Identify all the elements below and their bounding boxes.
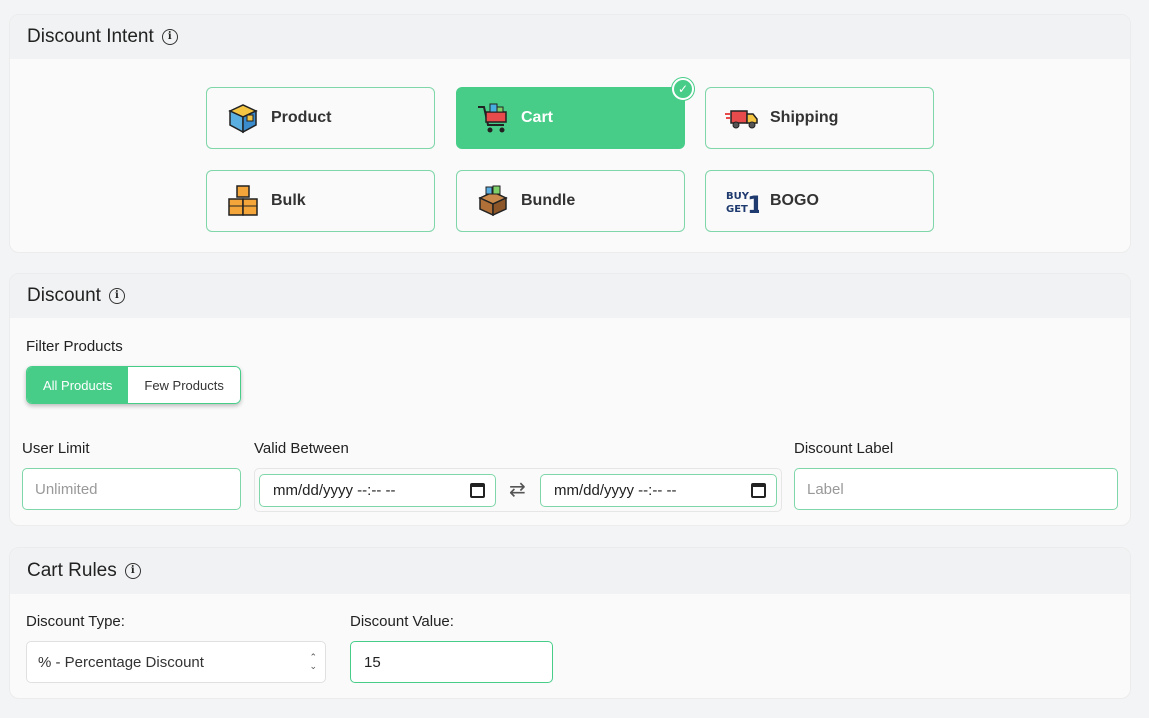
select-arrows-icon: ⌃ ⌄ [309,652,317,671]
discount-value-label: Discount Value: [350,613,454,630]
intent-label: Cart [521,109,554,126]
discount-value-input[interactable]: 15 [350,641,553,683]
product-box-icon [226,101,260,135]
discount-type-select[interactable]: % - Percentage Discount ⌃ ⌄ [26,641,326,683]
filter-products-label: Filter Products [26,338,123,355]
intent-product-card[interactable]: Product [206,87,435,149]
intent-label: BOGO [770,192,819,209]
intent-bulk-card[interactable]: Bulk [206,170,435,232]
info-icon[interactable]: i [108,288,125,304]
all-products-option[interactable]: All Products [27,367,129,403]
intent-cart-card[interactable]: Cart ✓ [456,78,694,149]
svg-text:GET: GET [726,204,748,215]
start-date-value: mm/dd/yyyy --:-- -- [273,482,396,499]
few-products-option[interactable]: Few Products [128,367,240,403]
stacked-boxes-icon [226,184,260,218]
cart-rules-title: Cart Rules [27,560,117,581]
intent-label: Bulk [271,192,306,209]
discount-type-label: Discount Type: [26,613,125,630]
intent-label: Product [271,109,332,126]
discount-intent-header: Discount Intent i [10,15,1130,59]
shopping-cart-icon [476,101,510,135]
intent-label: Shipping [770,109,839,126]
user-limit-label: User Limit [22,440,90,457]
discount-header: Discount i [10,274,1130,318]
valid-between-label: Valid Between [254,440,349,457]
intent-bundle-card[interactable]: Bundle [456,170,685,232]
intent-bogo-card[interactable]: BUYGET1 BOGO [705,170,934,232]
intent-shipping-card[interactable]: Shipping [705,87,934,149]
calendar-icon[interactable] [470,483,485,498]
end-date-value: mm/dd/yyyy --:-- -- [554,482,677,499]
discount-type-value: % - Percentage Discount [38,653,204,671]
buy-get-one-icon: BUYGET1 [725,184,759,218]
discount-title: Discount [27,285,101,306]
discount-label-input[interactable]: Label [794,468,1118,510]
start-date-input[interactable]: mm/dd/yyyy --:-- -- [259,474,496,507]
intent-label: Bundle [521,192,576,209]
discount-intent-panel: Discount Intent i Product Cart ✓ Shippin… [9,14,1131,253]
info-icon[interactable]: i [161,29,178,45]
discount-label-label: Discount Label [794,440,894,457]
valid-between-range: mm/dd/yyyy --:-- -- ⇄ mm/dd/yyyy --:-- -… [254,468,782,512]
bundle-box-icon [476,184,510,218]
calendar-icon[interactable] [751,483,766,498]
swap-arrows-icon: ⇄ [509,479,526,501]
info-icon[interactable]: i [124,563,141,579]
discount-panel: Discount i Filter Products All Products … [9,273,1131,526]
selected-check-icon: ✓ [672,78,694,100]
filter-products-toggle: All Products Few Products [26,366,241,404]
delivery-truck-icon [725,101,759,135]
svg-text:1: 1 [747,191,759,218]
cart-rules-header: Cart Rules i [10,548,1130,594]
end-date-input[interactable]: mm/dd/yyyy --:-- -- [540,474,777,507]
user-limit-input[interactable]: Unlimited [22,468,241,510]
cart-rules-panel: Cart Rules i Discount Type: % - Percenta… [9,547,1131,699]
discount-intent-title: Discount Intent [27,26,154,47]
